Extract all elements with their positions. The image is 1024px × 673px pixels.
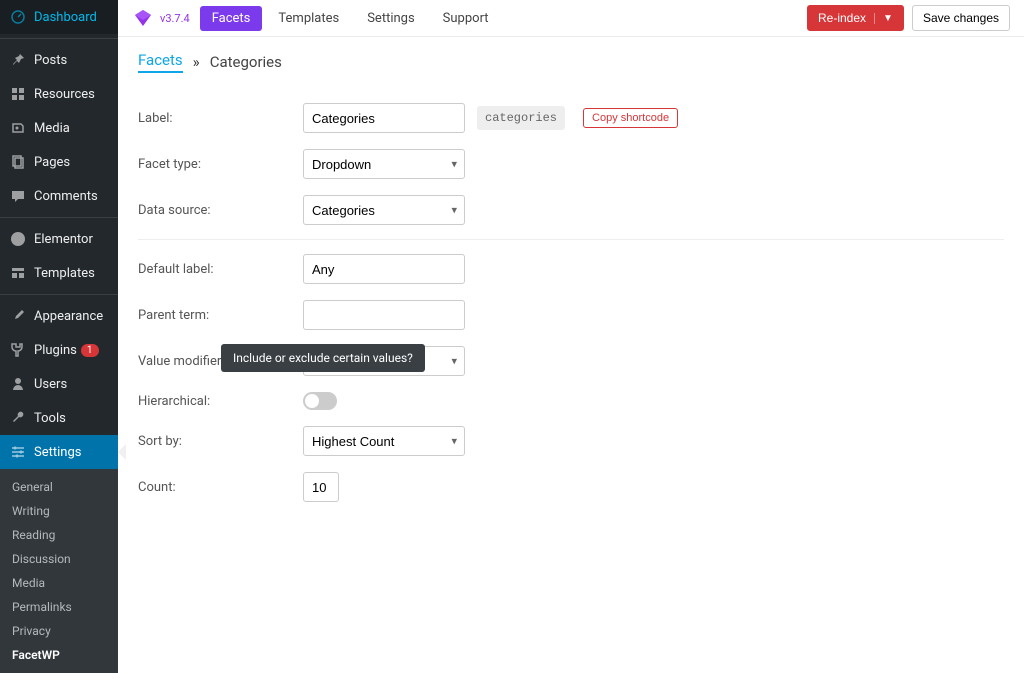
sidebar-item-label: Users [34, 377, 67, 392]
submenu-discussion[interactable]: Discussion [0, 547, 118, 571]
row-label: Label: categories Copy shortcode [138, 95, 1004, 141]
tab-templates[interactable]: Templates [266, 6, 351, 31]
submenu-facetwp[interactable]: FacetWP [0, 643, 118, 667]
main-area: v3.7.4 Facets Templates Settings Support… [118, 0, 1024, 673]
media-icon [8, 118, 28, 138]
sidebar-item-label: Elementor [34, 232, 93, 247]
sort-by-select[interactable] [303, 426, 465, 456]
label-label: Label: [138, 111, 303, 126]
sidebar-item-label: Templates [34, 266, 95, 281]
tab-settings[interactable]: Settings [355, 6, 426, 31]
sidebar-item-settings[interactable]: Settings [0, 435, 118, 469]
sidebar-item-label: Settings [34, 445, 81, 460]
plug-icon [8, 340, 28, 360]
submenu-media[interactable]: Media [0, 571, 118, 595]
comment-icon [8, 186, 28, 206]
reindex-label: Re-index [818, 11, 866, 25]
page-icon [8, 152, 28, 172]
sidebar-item-label: Tools [34, 411, 66, 426]
facet-form: Label: categories Copy shortcode Facet t… [138, 95, 1004, 510]
sidebar-item-media[interactable]: Media [0, 111, 118, 145]
row-parent-term: Parent term: [138, 292, 1004, 338]
submenu-permalinks[interactable]: Permalinks [0, 595, 118, 619]
sidebar-item-comments[interactable]: Comments [0, 179, 118, 213]
parent-term-input[interactable] [303, 300, 465, 330]
row-data-source: Data source: [138, 187, 1004, 233]
topbar: v3.7.4 Facets Templates Settings Support… [118, 0, 1024, 37]
breadcrumb-sep: » [193, 53, 200, 71]
templates-icon [8, 263, 28, 283]
reindex-button[interactable]: Re-index ▼ [807, 5, 904, 31]
label-count: Count: [138, 480, 303, 495]
label-default-label: Default label: [138, 262, 303, 277]
slug-chip: categories [477, 106, 565, 130]
top-actions: Re-index ▼ Save changes [807, 5, 1010, 31]
submenu-writing[interactable]: Writing [0, 499, 118, 523]
submenu-privacy[interactable]: Privacy [0, 619, 118, 643]
default-label-input[interactable] [303, 254, 465, 284]
sidebar-item-label: Appearance [34, 309, 103, 324]
sidebar-item-plugins[interactable]: Plugins 1 [0, 333, 118, 367]
grid-icon [8, 84, 28, 104]
sliders-icon [8, 442, 28, 462]
tab-facets[interactable]: Facets [200, 6, 263, 31]
version-text: v3.7.4 [160, 12, 190, 25]
submenu-reading[interactable]: Reading [0, 523, 118, 547]
row-value-modifiers: Value modifiers: Include or exclude cert… [138, 338, 1004, 384]
copy-shortcode-button[interactable]: Copy shortcode [583, 108, 678, 128]
row-hierarchical: Hierarchical: [138, 384, 1004, 418]
row-facet-type: Facet type: [138, 141, 1004, 187]
breadcrumb: Facets » Categories [138, 51, 1004, 73]
sidebar-item-label: Plugins [34, 343, 77, 358]
sidebar-item-pages[interactable]: Pages [0, 145, 118, 179]
admin-sidebar: Dashboard Posts Resources Media Pages Co… [0, 0, 118, 673]
sidebar-item-users[interactable]: Users [0, 367, 118, 401]
label-sort-by: Sort by: [138, 434, 303, 449]
sidebar-item-resources[interactable]: Resources [0, 77, 118, 111]
sidebar-item-label: Pages [34, 155, 70, 170]
elementor-icon [8, 229, 28, 249]
sidebar-item-label: Media [34, 121, 70, 136]
top-nav: Facets Templates Settings Support [200, 6, 501, 31]
label-input[interactable] [303, 103, 465, 133]
update-badge: 1 [81, 344, 99, 357]
submenu-general[interactable]: General [0, 475, 118, 499]
hierarchical-toggle[interactable] [303, 392, 337, 410]
row-count: Count: [138, 464, 1004, 510]
dashboard-icon [8, 7, 28, 27]
save-button[interactable]: Save changes [912, 5, 1010, 31]
sidebar-item-label: Posts [34, 53, 67, 68]
sidebar-item-templates[interactable]: Templates [0, 256, 118, 290]
sidebar-item-label: Resources [34, 87, 95, 102]
data-source-select[interactable] [303, 195, 465, 225]
breadcrumb-current: Categories [210, 53, 282, 71]
label-hierarchical: Hierarchical: [138, 394, 303, 409]
brush-icon [8, 306, 28, 326]
value-modifiers-tooltip: Include or exclude certain values? [221, 344, 425, 372]
wrench-icon [8, 408, 28, 428]
row-sort-by: Sort by: [138, 418, 1004, 464]
label-parent-term: Parent term: [138, 308, 303, 323]
row-default-label: Default label: [138, 239, 1004, 292]
users-icon [8, 374, 28, 394]
sidebar-item-appearance[interactable]: Appearance [0, 299, 118, 333]
sidebar-item-dashboard[interactable]: Dashboard [0, 0, 118, 34]
content: Facets » Categories Label: categories Co… [118, 37, 1024, 524]
breadcrumb-link[interactable]: Facets [138, 51, 183, 73]
pin-icon [8, 50, 28, 70]
facetwp-logo-icon [132, 7, 154, 29]
sidebar-item-elementor[interactable]: Elementor [0, 222, 118, 256]
sidebar-item-posts[interactable]: Posts [0, 43, 118, 77]
settings-submenu: General Writing Reading Discussion Media… [0, 469, 118, 673]
count-input[interactable] [303, 472, 339, 502]
chevron-down-icon: ▼ [874, 13, 893, 24]
facet-type-select[interactable] [303, 149, 465, 179]
sidebar-item-label: Comments [34, 189, 98, 204]
sidebar-item-tools[interactable]: Tools [0, 401, 118, 435]
tab-support[interactable]: Support [431, 6, 501, 31]
label-facet-type: Facet type: [138, 157, 303, 172]
label-data-source: Data source: [138, 203, 303, 218]
sidebar-item-label: Dashboard [34, 10, 97, 25]
